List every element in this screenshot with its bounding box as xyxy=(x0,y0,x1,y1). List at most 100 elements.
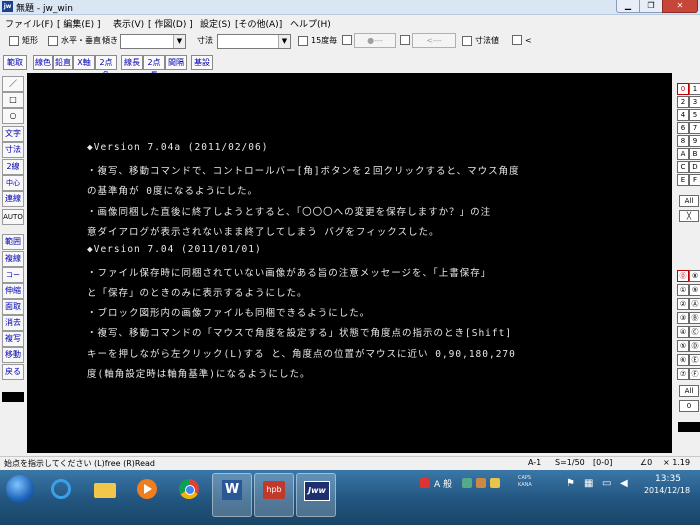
layer-group-button[interactable]: ① xyxy=(677,284,689,296)
menu-file[interactable]: ファイル(F) xyxy=(5,17,53,30)
drawing-canvas[interactable] xyxy=(27,73,672,453)
layer-button[interactable]: 7 xyxy=(689,122,700,134)
menu-draw[interactable]: [ 作図(D) ] xyxy=(148,17,193,30)
vertical-button[interactable]: 鉛直 xyxy=(53,55,73,70)
minimize-button[interactable]: ▁ xyxy=(616,0,640,13)
arrows-checkbox[interactable] xyxy=(400,35,410,45)
tool-circle[interactable]: ○ xyxy=(2,108,24,124)
layer-group-button[interactable]: Ⓓ xyxy=(689,340,700,352)
fifteen-degree-checkbox[interactable] xyxy=(298,35,308,46)
layer-group-button[interactable]: ⑦ xyxy=(677,368,689,380)
layer-button[interactable]: 5 xyxy=(689,109,700,121)
dots-button[interactable]: ●--- xyxy=(354,33,396,48)
layer-button[interactable]: A xyxy=(677,148,689,160)
layer-button[interactable]: 4 xyxy=(677,109,689,121)
layer-group-all-button[interactable]: All xyxy=(679,385,699,397)
tool-dimension[interactable]: 寸法 xyxy=(2,142,24,158)
tool-range[interactable]: 範囲 xyxy=(2,234,24,250)
shape-checkbox[interactable] xyxy=(9,35,19,46)
close-icon[interactable]: ╳ xyxy=(679,210,699,222)
layer-group-button[interactable]: ⑧ xyxy=(689,270,700,282)
tool-undo[interactable]: 戻る xyxy=(2,364,24,380)
tool-line[interactable]: ／ xyxy=(2,76,24,92)
layer-group-button[interactable]: ⓪ xyxy=(677,270,689,282)
clock-time[interactable]: 13:35 xyxy=(648,474,688,484)
fifteen-degree-checkbox-group[interactable]: 15度毎 xyxy=(298,35,337,46)
line-style-indicator[interactable] xyxy=(2,392,24,402)
two-point-length-button[interactable]: 2点長 xyxy=(143,55,165,80)
dim-combo[interactable]: ▼ xyxy=(217,34,291,49)
chrome-icon[interactable] xyxy=(170,473,208,515)
close-button[interactable]: ✕ xyxy=(662,0,698,13)
layer-button[interactable]: 6 xyxy=(677,122,689,134)
folder-icon[interactable] xyxy=(86,473,124,515)
layer-group-button[interactable]: ③ xyxy=(677,312,689,324)
media-player-icon[interactable] xyxy=(128,473,166,515)
line-length-button[interactable]: 線長 xyxy=(121,55,143,70)
word-icon[interactable]: W xyxy=(212,473,252,517)
shape-checkbox-group[interactable]: 矩形 xyxy=(9,35,38,46)
layer-button[interactable]: 1 xyxy=(689,83,700,95)
tool-text[interactable]: 文字 xyxy=(2,126,24,142)
layer-group-zero-button[interactable]: 0 xyxy=(679,400,699,412)
status-angle[interactable]: ∠0 xyxy=(640,458,652,467)
layer-button[interactable]: 9 xyxy=(689,135,700,147)
layer-group-button[interactable]: Ⓑ xyxy=(689,312,700,324)
status-zoom[interactable]: × 1.19 xyxy=(663,458,690,467)
menu-help[interactable]: ヘルプ(H) xyxy=(290,17,331,30)
lt-checkbox[interactable] xyxy=(512,35,522,45)
arrows-checkbox-group[interactable] xyxy=(400,35,410,45)
tool-move[interactable]: 移動 xyxy=(2,347,24,363)
status-scale[interactable]: S=1/50 xyxy=(555,458,585,467)
tool-chamfer[interactable]: 面取 xyxy=(2,299,24,315)
tool-auto[interactable]: AUTO xyxy=(2,209,24,225)
menu-settings[interactable]: 設定(S) xyxy=(200,17,231,30)
layer-button[interactable]: E xyxy=(677,174,689,186)
ie-icon[interactable] xyxy=(42,473,80,515)
hv-checkbox[interactable] xyxy=(48,35,58,46)
layer-group-button[interactable]: Ⓔ xyxy=(689,354,700,366)
layer-button[interactable]: 3 xyxy=(689,96,700,108)
volume-icon[interactable]: ◀ xyxy=(620,478,628,489)
chevron-down-icon[interactable]: ▼ xyxy=(278,35,290,48)
battery-icon[interactable]: ▭ xyxy=(602,478,611,489)
menu-edit[interactable]: [ 編集(E) ] xyxy=(57,17,100,30)
interval-button[interactable]: 間隔 xyxy=(165,55,187,70)
menu-view[interactable]: 表示(V) xyxy=(113,17,144,30)
layer-button[interactable]: C xyxy=(677,161,689,173)
dim-value-checkbox[interactable] xyxy=(462,35,472,46)
status-layer[interactable]: A-1 xyxy=(528,458,541,467)
tool-corner[interactable]: コーナー xyxy=(2,267,24,293)
x-axis-button[interactable]: X軸 xyxy=(73,55,95,70)
flag-icon[interactable]: ⚑ xyxy=(566,478,575,489)
ime-indicator[interactable]: A 般 xyxy=(434,477,452,490)
network-icon[interactable]: ▦ xyxy=(584,478,593,489)
tray-app-icon[interactable] xyxy=(420,478,430,488)
tool-rectangle[interactable]: □ xyxy=(2,92,24,108)
layer-button[interactable]: D xyxy=(689,161,700,173)
layer-button[interactable]: B xyxy=(689,148,700,160)
hv-checkbox-group[interactable]: 水平・垂直 xyxy=(48,35,101,46)
hpb-icon[interactable]: hpb xyxy=(254,473,294,517)
tray-app-icon[interactable] xyxy=(490,478,500,488)
layer-group-button[interactable]: ② xyxy=(677,298,689,310)
layer-all-button[interactable]: All xyxy=(679,195,699,207)
layer-group-button[interactable]: Ⓒ xyxy=(689,326,700,338)
range-button[interactable]: 範取 xyxy=(3,55,27,70)
tool-copy[interactable]: 複写 xyxy=(2,331,24,347)
dim-value-checkbox-group[interactable]: 寸法値 xyxy=(462,35,499,46)
layer-button[interactable]: 0 xyxy=(677,83,689,95)
tool-stretch[interactable]: 伸縮 xyxy=(2,283,24,299)
tray-app-icon[interactable] xyxy=(476,478,486,488)
clock-date[interactable]: 2014/12/18 xyxy=(637,486,697,495)
dots-checkbox[interactable] xyxy=(342,35,352,45)
tray-app-icon[interactable] xyxy=(462,478,472,488)
maximize-button[interactable]: ❐ xyxy=(639,0,663,13)
jw-icon[interactable]: Jww xyxy=(296,473,336,517)
tool-continuous-line[interactable]: 連線 xyxy=(2,191,24,207)
two-point-angle-button[interactable]: 2点角 xyxy=(95,55,117,80)
start-orb-icon[interactable] xyxy=(6,475,34,503)
dots-checkbox-group[interactable] xyxy=(342,35,352,45)
lt-checkbox-group[interactable]: < xyxy=(512,35,532,45)
menu-other[interactable]: [その他(A)] xyxy=(235,17,282,30)
